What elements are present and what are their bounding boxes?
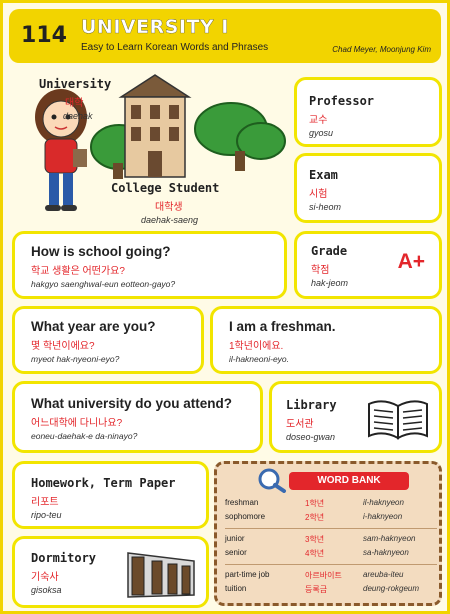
which-university-card: What university do you attend? 어느대학에 다니나… <box>12 381 263 453</box>
college-student-label: College Student 대학생 daehak-saeng <box>111 181 220 225</box>
lesson-number: 114 <box>21 23 67 48</box>
school-going-card: How is school going? 학교 생활은 어떤가요? hakgyo… <box>12 231 287 299</box>
grade-card: Grade 학점 hak-jeom A+ <box>294 231 442 299</box>
page-title: UNIVERSITY I <box>81 16 229 38</box>
page-subtitle: Easy to Learn Korean Words and Phrases <box>81 42 269 53</box>
tree-right-icon <box>194 102 286 171</box>
word-bank: WORD BANK freshman 1학년 il-haknyeon sopho… <box>214 461 442 606</box>
what-year-card: What year are you? 몇 학년이에요? myeot hak-ny… <box>12 306 204 374</box>
word-bank-divider <box>225 528 437 529</box>
book-icon <box>368 400 428 440</box>
university-scene: University 대학 daehak College Student 대학생… <box>9 69 287 227</box>
homework-card: Homework, Term Paper 리포트 ripo-teu <box>12 461 209 529</box>
university-label: University 대학 daehak <box>39 77 112 121</box>
university-building-icon <box>118 74 192 178</box>
exam-card: Exam 시험 si-heom <box>294 153 442 223</box>
grade-mark: A+ <box>397 250 425 273</box>
word-bank-divider <box>225 564 437 565</box>
dormitory-doors-icon <box>127 552 195 598</box>
header-banner: 114 UNIVERSITY I Easy to Learn Korean Wo… <box>9 9 441 63</box>
lesson-page: 114 UNIVERSITY I Easy to Learn Korean Wo… <box>0 0 450 614</box>
dormitory-card: Dormitory 기숙사 gisoksa <box>12 536 209 608</box>
freshman-card: I am a freshman. 1학년이에요. il-hakneoni-eyo… <box>210 306 442 374</box>
word-bank-title: WORD BANK <box>289 472 409 490</box>
magnifier-icon <box>258 468 286 493</box>
authors: Chad Meyer, Moonjung Kim <box>332 45 431 54</box>
professor-card: Professor 교수 gyosu <box>294 77 442 147</box>
library-card: Library 도서관 doseo-gwan <box>269 381 442 453</box>
